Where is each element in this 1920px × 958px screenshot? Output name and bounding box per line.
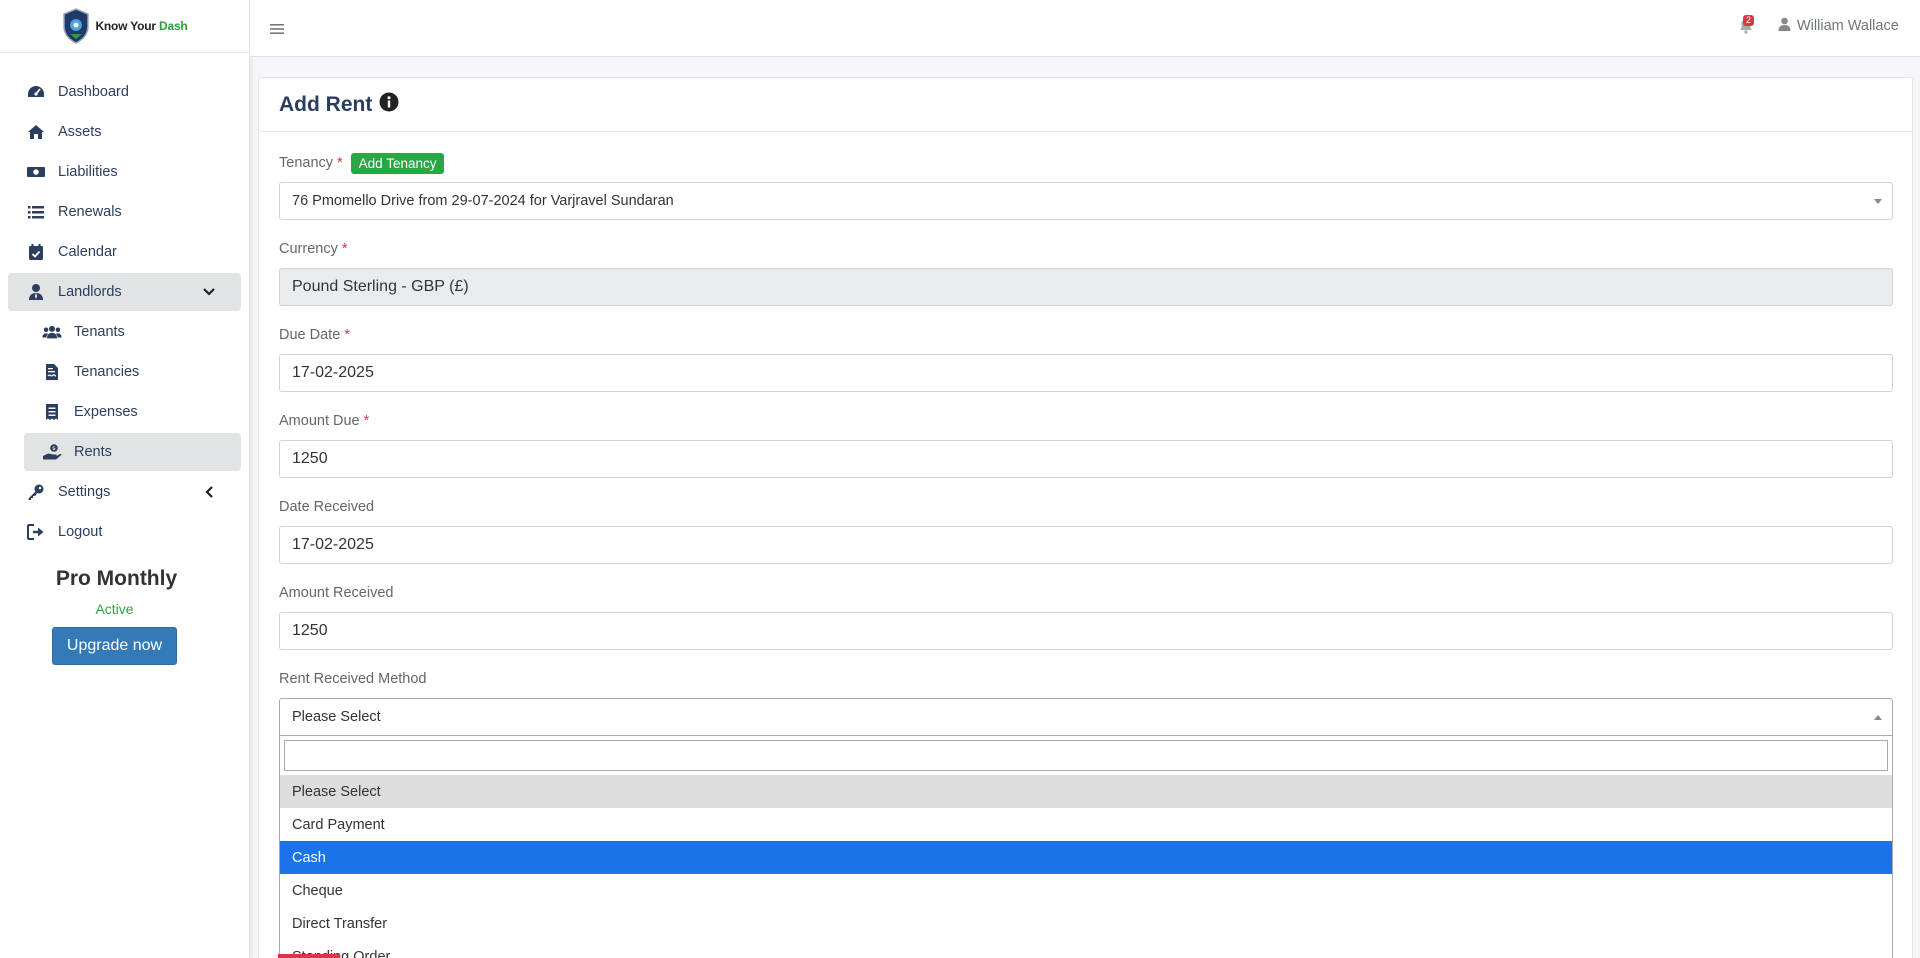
user-icon [1778,17,1791,35]
sidebar-item-assets[interactable]: Assets [8,113,241,151]
caret-up-icon [1874,715,1882,720]
landlords-submenu: Tenants Tenancies Expenses $ Rents [0,313,249,471]
sidebar-item-renewals[interactable]: Renewals [8,193,241,231]
list-icon [26,202,46,222]
sidebar-item-label: Dashboard [58,84,129,100]
date-received-input[interactable]: 17-02-2025 [279,526,1893,564]
method-label: Rent Received Method [279,671,427,687]
sidebar-nav: Dashboard Assets Liabilities Renewals Ca… [0,53,249,551]
sidebar-item-settings[interactable]: Settings [8,473,241,511]
info-icon[interactable] [379,92,399,117]
amount-due-group: Amount Due * 1250 [279,410,1893,478]
key-icon [26,482,46,502]
house-icon [26,122,46,142]
caret-down-icon [1874,199,1882,204]
page-title: Add Rent [279,92,373,116]
plan-name: Pro Monthly [55,567,178,590]
dropdown-option[interactable]: Cash [280,841,1892,874]
dropdown-search-input[interactable] [284,740,1888,771]
sidebar-item-tenants[interactable]: Tenants [24,313,241,351]
sidebar-item-calendar[interactable]: Calendar [8,233,241,271]
calendar-check-icon [26,242,46,262]
add-rent-card: Add Rent Tenancy * Add Tenancy 76 Pmomell… [258,77,1913,958]
hidden-button-edge[interactable] [278,954,340,958]
sidebar-item-landlords[interactable]: Landlords [8,273,241,311]
due-date-group: Due Date * 17-02-2025 [279,324,1893,392]
sidebar-item-rents[interactable]: $ Rents [24,433,241,471]
tenancy-select[interactable]: 76 Pmomello Drive from 29-07-2024 for Va… [279,182,1893,220]
hamburger-menu-icon[interactable] [270,22,284,36]
card-header: Add Rent [259,78,1912,132]
chevron-left-icon [201,484,217,500]
sidebar-item-label: Calendar [58,244,117,260]
sidebar-item-label: Settings [58,484,111,500]
amount-due-label: Amount Due * [279,413,370,429]
top-navbar: 2 William Wallace [250,0,1920,57]
sidebar-item-dashboard[interactable]: Dashboard [8,73,241,111]
tenancy-label: Tenancy * Add Tenancy [279,152,1892,174]
money-bill-icon [26,162,46,182]
hand-holding-dollar-icon: $ [42,442,62,462]
dropdown-option[interactable]: Cheque [280,874,1892,907]
sidebar-item-label: Logout [58,524,103,540]
due-date-input[interactable]: 17-02-2025 [279,354,1893,392]
sidebar-item-liabilities[interactable]: Liabilities [8,153,241,191]
sidebar-item-label: Assets [58,124,102,140]
chevron-down-icon [201,284,217,300]
dropdown-option[interactable]: Standing Order [280,940,1892,958]
sidebar-item-label: Rents [74,444,112,460]
sign-out-icon [26,522,46,542]
plan-status: Active [95,601,134,617]
currency-group: Currency * Pound Sterling - GBP (£) [279,238,1893,306]
date-received-group: Date Received 17-02-2025 [279,496,1893,564]
sidebar-item-tenancies[interactable]: Tenancies [24,353,241,391]
receipt-icon [42,402,62,422]
currency-label: Currency * [279,241,348,257]
sidebar-item-label: Landlords [58,284,122,300]
amount-received-input[interactable]: 1250 [279,612,1893,650]
method-group: Rent Received Method Please Select Pleas… [279,668,1893,958]
gauge-icon [26,82,46,102]
user-name: William Wallace [1797,18,1899,34]
due-date-label: Due Date * [279,327,350,343]
users-icon [42,322,62,342]
file-contract-icon [42,362,62,382]
amount-received-label: Amount Received [279,585,394,601]
dropdown-search-wrap [280,736,1892,775]
method-dropdown: Please Select Card Payment Cash Cheque D… [279,736,1893,958]
amount-received-group: Amount Received 1250 [279,582,1893,650]
rent-form: Tenancy * Add Tenancy 76 Pmomello Drive f… [259,132,1912,958]
dropdown-option[interactable]: Please Select [280,775,1892,808]
subscription-plan: Pro Monthly Active Upgrade now [0,567,249,665]
sidebar-item-label: Liabilities [58,164,118,180]
dropdown-option[interactable]: Card Payment [280,808,1892,841]
brand[interactable]: Know Your Dash [0,0,249,53]
amount-due-input[interactable]: 1250 [279,440,1893,478]
user-tie-icon [26,282,46,302]
sidebar: Know Your Dash Dashboard Assets Liabilit… [0,0,250,958]
date-received-label: Date Received [279,499,375,515]
dropdown-option[interactable]: Direct Transfer [280,907,1892,940]
user-menu[interactable]: William Wallace [1778,17,1899,35]
tenancy-group: Tenancy * Add Tenancy 76 Pmomello Drive f… [279,152,1893,220]
shield-logo-icon [61,7,91,45]
svg-text:$: $ [52,446,56,452]
notification-badge: 2 [1743,15,1755,26]
sidebar-item-expenses[interactable]: Expenses [24,393,241,431]
currency-field: Pound Sterling - GBP (£) [279,268,1893,306]
brand-name: Know Your Dash [95,19,188,33]
sidebar-item-label: Tenancies [74,364,140,380]
sidebar-item-label: Tenants [74,324,125,340]
sidebar-item-label: Expenses [74,404,138,420]
sidebar-item-logout[interactable]: Logout [8,513,241,551]
method-select[interactable]: Please Select [279,698,1893,736]
sidebar-item-label: Renewals [58,204,122,220]
upgrade-button[interactable]: Upgrade now [51,627,178,665]
add-tenancy-button[interactable]: Add Tenancy [350,152,445,174]
